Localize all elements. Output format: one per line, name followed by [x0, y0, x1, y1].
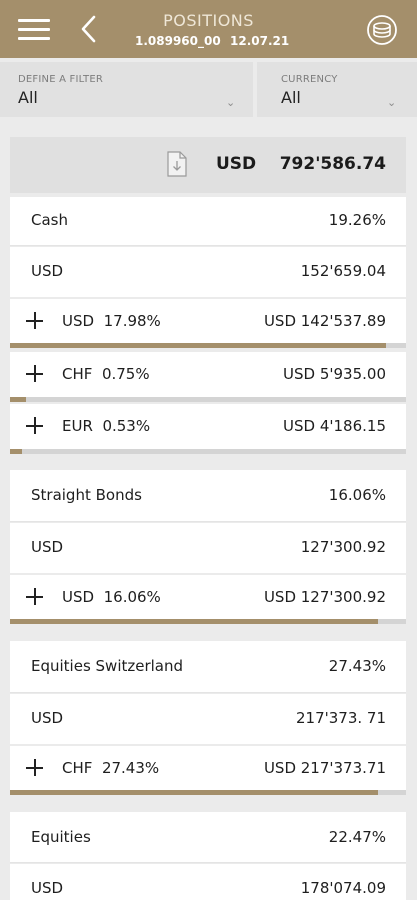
position-currency-pct: CHF 0.75%: [62, 365, 150, 383]
currency-label: CURRENCY: [281, 74, 338, 85]
currency-code: USD: [31, 879, 64, 897]
currency-amount: 127'300.92: [300, 538, 386, 556]
position-currency: CHF: [62, 759, 93, 777]
filter-label: DEFINE A FILTER: [18, 74, 103, 85]
allocation-bar-fill: [10, 790, 379, 795]
download-document-icon[interactable]: [167, 151, 187, 177]
asset-class-name: Cash: [31, 211, 68, 229]
currency-dropdown[interactable]: CURRENCY All ⌄: [257, 62, 417, 117]
total-currency: USD: [216, 154, 257, 174]
position-row[interactable]: EUR 0.53% USD 4'186.15: [10, 404, 406, 449]
allocation-bar-fill: [10, 619, 379, 624]
allocation-bar: [10, 619, 406, 624]
position-percent: 0.53%: [102, 417, 151, 435]
asset-class-header[interactable]: Cash 19.26%: [10, 197, 406, 246]
position-currency-pct: USD 17.98%: [62, 312, 161, 330]
asset-class-percent: 16.06%: [328, 486, 386, 504]
asset-class-currency-row: USD 152'659.04: [10, 247, 406, 297]
filter-dropdown[interactable]: DEFINE A FILTER All ⌄: [0, 62, 253, 117]
position-currency-pct: EUR 0.53%: [62, 417, 150, 435]
asset-class-currency-row: USD 217'373. 71: [10, 694, 406, 744]
asset-class-percent: 27.43%: [328, 657, 386, 675]
total-value: 792'586.74: [279, 154, 386, 174]
position-percent: 27.43%: [101, 759, 160, 777]
allocation-bar: [10, 343, 406, 348]
position-row[interactable]: CHF 0.75% USD 5'935.00: [10, 352, 406, 397]
position-currency: USD: [62, 588, 95, 606]
position-row[interactable]: USD 16.06% USD 127'300.92: [10, 575, 406, 619]
position-value: USD 5'935.00: [283, 365, 386, 383]
position-currency-pct: CHF 27.43%: [62, 759, 159, 777]
position-row[interactable]: USD 17.98% USD 142'537.89: [10, 299, 406, 343]
position-value: USD 4'186.15: [283, 417, 386, 435]
plus-icon[interactable]: [24, 310, 46, 332]
currency-code: USD: [31, 262, 64, 280]
position-value: USD 127'300.92: [263, 588, 386, 606]
position-currency: CHF: [62, 365, 93, 383]
position-value: USD 142'537.89: [263, 312, 386, 330]
currency-amount: 178'074.09: [300, 879, 386, 897]
allocation-bar-fill: [10, 343, 387, 348]
position-currency: USD: [62, 312, 95, 330]
coin-stack-icon[interactable]: [366, 14, 398, 46]
asset-class-name: Equities: [31, 828, 91, 846]
currency-code: USD: [31, 709, 64, 727]
position-percent: 16.06%: [103, 588, 161, 606]
plus-icon[interactable]: [24, 757, 46, 779]
total-summary: USD 792'586.74: [10, 137, 406, 193]
position-value: USD 217'373.71: [263, 759, 386, 777]
page-title: POSITIONS: [163, 11, 254, 30]
asset-class-percent: 19.26%: [328, 211, 386, 229]
asset-class-name: Equities Switzerland: [31, 657, 184, 675]
asset-class-currency-row: USD 127'300.92: [10, 523, 406, 573]
asset-class-header[interactable]: Equities 22.47%: [10, 812, 406, 863]
position-currency: EUR: [62, 417, 93, 435]
allocation-bar-fill: [10, 449, 22, 454]
position-row[interactable]: CHF 27.43% USD 217'373.71: [10, 746, 406, 790]
plus-icon[interactable]: [24, 363, 46, 385]
position-currency-pct: USD 16.06%: [62, 588, 161, 606]
asset-class-header[interactable]: Straight Bonds 16.06%: [10, 470, 406, 522]
plus-icon[interactable]: [24, 586, 46, 608]
chevron-down-icon: ⌄: [226, 96, 236, 109]
chevron-down-icon: ⌄: [387, 96, 397, 109]
plus-icon[interactable]: [24, 415, 46, 437]
position-percent: 0.75%: [101, 365, 150, 383]
asset-class-currency-row: USD 178'074.09: [10, 864, 406, 900]
currency-code: USD: [31, 538, 64, 556]
asset-class-name: Straight Bonds: [31, 486, 142, 504]
currency-value: All: [281, 88, 301, 107]
top-bar: POSITIONS 1.089960_00 12.07.21: [0, 0, 417, 58]
currency-amount: 152'659.04: [300, 262, 386, 280]
asset-class-header[interactable]: Equities Switzerland 27.43%: [10, 641, 406, 693]
asset-class-percent: 22.47%: [328, 828, 386, 846]
position-percent: 17.98%: [103, 312, 161, 330]
currency-amount: 217'373. 71: [295, 709, 386, 727]
allocation-bar: [10, 397, 406, 402]
allocation-bar: [10, 449, 406, 454]
filter-value: All: [18, 88, 38, 107]
allocation-bar-fill: [10, 397, 26, 402]
allocation-bar: [10, 790, 406, 795]
account-number: 1.089960_00: [135, 34, 221, 48]
as-of-date: 12.07.21: [230, 34, 290, 48]
